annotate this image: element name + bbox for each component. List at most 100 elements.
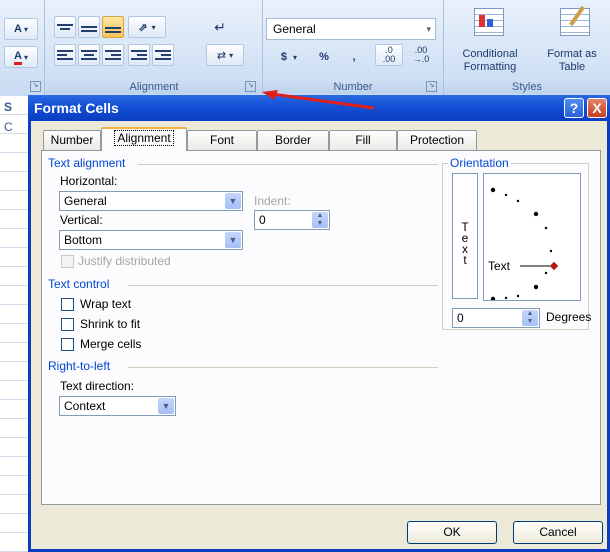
styles-group-label: Styles xyxy=(444,80,610,94)
align-left-button[interactable] xyxy=(54,44,76,66)
align-left-icon xyxy=(57,48,73,62)
ribbon: A ▾ A ▾ ↘ ⇗ ▾ ↵ ⇄ ▾ Alignment ↘ General … xyxy=(0,0,610,97)
align-right-button[interactable] xyxy=(102,44,124,66)
number-format-combo[interactable]: General ▾ xyxy=(266,18,436,40)
spinner-arrows-icon[interactable]: ▲ ▼ xyxy=(312,212,328,228)
vertical-label: Vertical: xyxy=(60,213,103,227)
center-icon xyxy=(81,48,97,62)
sheet-letter: S xyxy=(4,100,13,114)
conditional-formatting-icon[interactable] xyxy=(474,8,504,36)
indent-value: 0 xyxy=(259,213,266,227)
vertical-text-button[interactable]: T e x t xyxy=(452,173,478,299)
spinner-arrows-icon[interactable]: ▲ ▼ xyxy=(522,310,538,326)
orientation-button[interactable]: ⇗ ▾ xyxy=(128,16,166,38)
tab-alignment-label: Alignment xyxy=(114,130,174,146)
decrease-decimal-bottom: →.0 xyxy=(412,54,430,64)
chevron-down-icon: ▾ xyxy=(293,52,298,62)
percent-style-button[interactable]: % xyxy=(313,46,335,68)
chevron-down-icon: ▼ xyxy=(225,232,241,248)
worksheet-edge: S C xyxy=(0,96,29,552)
text-alignment-heading: Text alignment xyxy=(48,156,126,170)
justify-distributed-checkbox[interactable] xyxy=(61,255,74,268)
close-button[interactable]: X xyxy=(587,98,607,118)
sheet-letter-2: C xyxy=(4,120,13,134)
alignment-dialog-launcher[interactable]: ↘ xyxy=(245,81,256,92)
dial-text-label: Text xyxy=(488,259,511,273)
text-direction-select[interactable]: Context ▼ xyxy=(59,396,176,416)
dialog-client-area: Number Alignment Font Border Fill Protec… xyxy=(31,121,607,549)
horizontal-label: Horizontal: xyxy=(60,174,118,188)
accounting-format-button[interactable]: $ ▾ xyxy=(269,46,309,68)
indent-spinner[interactable]: 0 ▲ ▼ xyxy=(254,210,330,230)
tab-number[interactable]: Number xyxy=(43,130,101,150)
top-align-button[interactable] xyxy=(54,16,76,38)
orientation-dial[interactable]: Text xyxy=(483,173,581,302)
tab-border[interactable]: Border xyxy=(257,130,329,150)
grow-font-button[interactable]: A ▾ xyxy=(4,18,38,40)
top-align-icon xyxy=(57,22,73,32)
increase-indent-button[interactable] xyxy=(152,44,174,66)
chevron-down-icon: ▾ xyxy=(151,22,156,32)
format-as-table-icon[interactable] xyxy=(560,5,590,36)
styles-group: Conditional Formatting Format as Table S… xyxy=(444,0,610,96)
divider xyxy=(128,285,438,286)
increase-decimal-button[interactable]: .0 .00 xyxy=(375,44,403,66)
indent-label: Indent: xyxy=(254,194,291,208)
comma-style-button[interactable]: , xyxy=(345,46,363,68)
merge-cells-label: Merge cells xyxy=(80,337,142,351)
format-cells-dialog: Format Cells ? X Number Alignment Font B… xyxy=(28,95,610,552)
degrees-value: 0 xyxy=(457,311,464,325)
format-as-table-button[interactable]: Format as Table xyxy=(536,48,608,74)
tab-number-label: Number xyxy=(50,133,94,147)
shrink-to-fit-label: Shrink to fit xyxy=(80,317,141,331)
middle-align-button[interactable] xyxy=(78,16,100,38)
tab-fill[interactable]: Fill xyxy=(329,130,397,150)
help-button[interactable]: ? xyxy=(564,98,584,118)
orientation-icon: ⇗ xyxy=(138,21,148,34)
number-dialog-launcher[interactable]: ↘ xyxy=(426,81,437,92)
conditional-formatting-button[interactable]: Conditional Formatting xyxy=(450,48,530,74)
degrees-spinner[interactable]: 0 ▲ ▼ xyxy=(452,308,540,328)
wrap-text-button[interactable]: ↵ xyxy=(208,16,232,38)
merge-cells-checkbox[interactable] xyxy=(61,338,74,351)
decrease-indent-button[interactable] xyxy=(128,44,150,66)
font-dialog-launcher[interactable]: ↘ xyxy=(30,81,41,92)
percent-label: % xyxy=(319,51,329,63)
orientation-dial-graphic xyxy=(490,187,559,302)
text-direction-value: Context xyxy=(64,399,106,413)
tab-font-label: Font xyxy=(209,133,234,147)
comma-label: , xyxy=(352,51,356,63)
text-direction-label: Text direction: xyxy=(60,379,135,393)
tab-font[interactable]: Font xyxy=(187,130,257,150)
chevron-down-icon: ▼ xyxy=(225,193,241,209)
dollar-label: $ xyxy=(280,51,288,63)
wrap-text-checkbox[interactable] xyxy=(61,298,74,311)
decrease-indent-icon xyxy=(131,48,147,62)
ok-button[interactable]: OK xyxy=(407,521,497,544)
tab-protection[interactable]: Protection xyxy=(397,130,477,150)
chevron-down-icon: ▾ xyxy=(426,24,431,34)
decrease-decimal-button[interactable]: .00 →.0 xyxy=(407,44,435,66)
center-button[interactable] xyxy=(78,44,100,66)
font-color-button[interactable]: A ▾ xyxy=(4,46,38,68)
font-group-partial: A ▾ A ▾ ↘ xyxy=(0,0,45,96)
right-to-left-heading: Right-to-left xyxy=(48,359,111,373)
vertical-select[interactable]: Bottom ▼ xyxy=(59,230,243,250)
chevron-down-icon: ▾ xyxy=(229,50,234,60)
vertical-value: Bottom xyxy=(64,233,103,247)
divider xyxy=(138,164,438,165)
horizontal-select[interactable]: General ▼ xyxy=(59,191,243,211)
tab-alignment[interactable]: Alignment xyxy=(101,127,187,151)
degrees-label: Degrees xyxy=(546,310,592,324)
shrink-to-fit-checkbox[interactable] xyxy=(61,318,74,331)
cancel-button[interactable]: Cancel xyxy=(513,521,603,544)
increase-decimal-bottom: .00 xyxy=(382,54,396,64)
divider xyxy=(128,367,438,368)
align-right-icon xyxy=(105,48,121,62)
merge-center-button[interactable]: ⇄ ▾ xyxy=(206,44,244,66)
grow-font-label: A xyxy=(14,23,22,35)
number-format-value: General xyxy=(273,22,316,36)
text-control-heading: Text control xyxy=(48,277,110,291)
bottom-align-button[interactable] xyxy=(102,16,124,38)
increase-indent-icon xyxy=(155,48,171,62)
